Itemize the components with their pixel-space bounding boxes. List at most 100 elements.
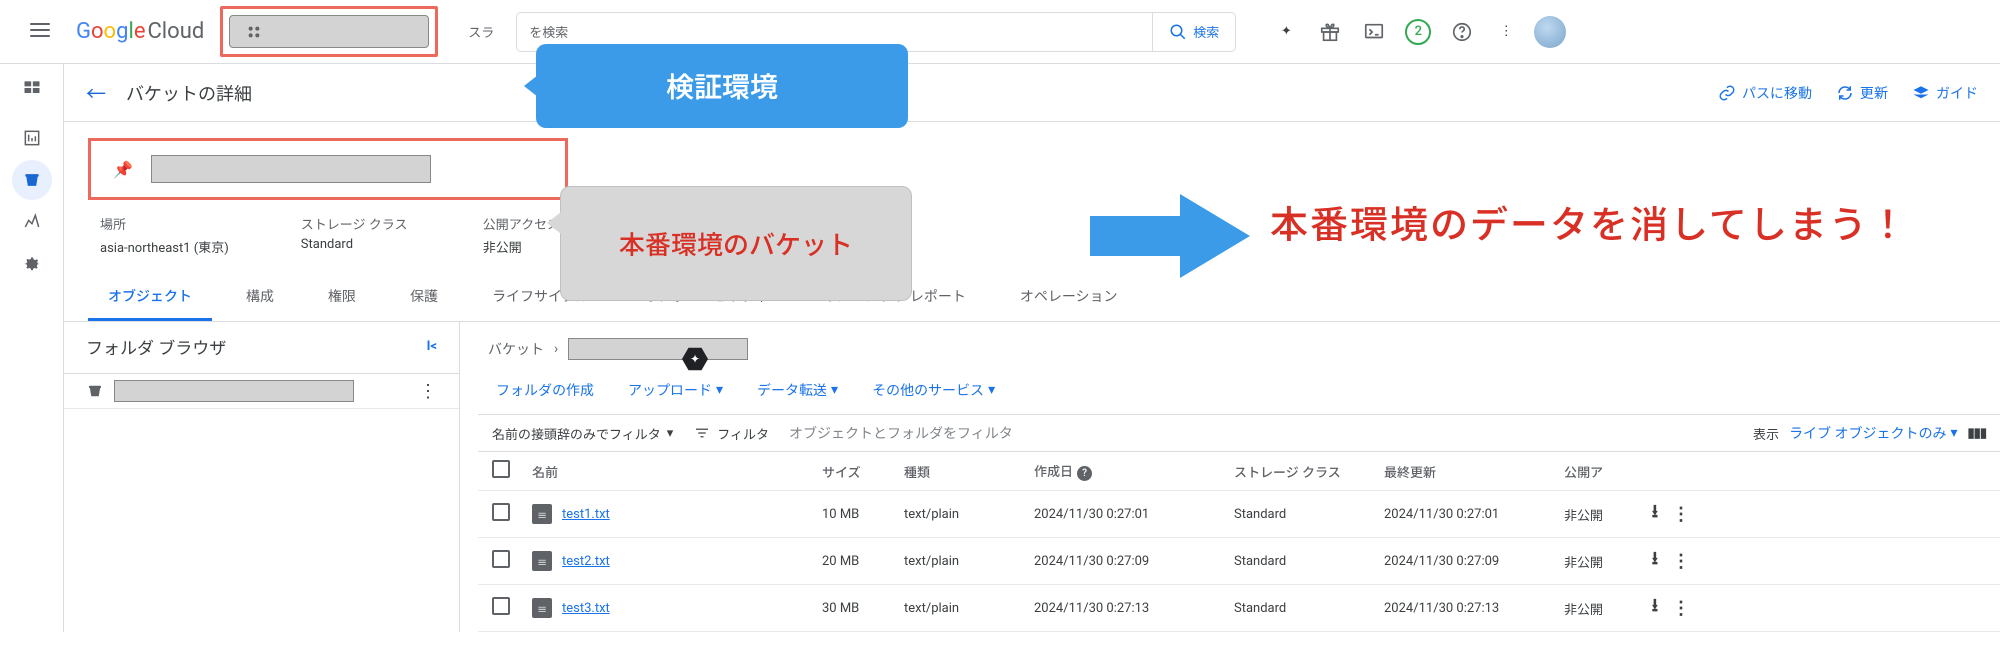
col-header-access[interactable]: 公開ア (1564, 462, 1620, 481)
download-icon[interactable]: ⭳ (1652, 546, 1658, 576)
gift-icon[interactable] (1310, 12, 1350, 52)
breadcrumb-redacted (568, 338, 748, 360)
col-header-type[interactable]: 種類 (904, 462, 1034, 481)
col-header-class[interactable]: ストレージ クラス (1234, 462, 1384, 481)
filter-button[interactable]: フィルタ (693, 424, 769, 443)
object-name-link[interactable]: test1.txt (562, 507, 610, 522)
col-header-updated[interactable]: 最終更新 (1384, 462, 1564, 481)
folder-name-redacted (114, 380, 354, 402)
object-name-link[interactable]: test2.txt (562, 554, 610, 569)
row-more-icon[interactable]: ⋮ (1672, 551, 1690, 572)
row-checkbox[interactable] (492, 503, 510, 521)
callout-bucket: 本番環境のバケット (560, 186, 912, 301)
row-checkbox[interactable] (492, 550, 510, 568)
info-icon[interactable]: ? (1077, 466, 1092, 481)
pin-icon[interactable]: 📌 (113, 160, 133, 179)
top-header: Google Cloud スラ を検索 検索 ✦ 2 ⋮ (0, 0, 2000, 64)
dropdown-caret-icon: ▾ (1951, 425, 1958, 441)
object-name-link[interactable]: test3.txt (562, 601, 610, 616)
hamburger-icon[interactable] (20, 10, 60, 54)
cell-created: 2024/11/30 0:27:01 (1034, 507, 1234, 522)
cell-created: 2024/11/30 0:27:09 (1034, 554, 1234, 569)
content-area: フォルダ ブラウザ I< ⋮ バケット › フォルダの作成 アップロード ▾ (64, 322, 2000, 632)
tab-objects[interactable]: オブジェクト (88, 276, 212, 321)
refresh-button[interactable]: 更新 (1836, 83, 1888, 103)
col-header-size[interactable]: サイズ (822, 462, 904, 481)
breadcrumb-root[interactable]: バケット (488, 339, 544, 359)
cell-access: 非公開 (1564, 505, 1620, 524)
nav-bucket-icon[interactable] (12, 160, 52, 200)
download-icon[interactable]: ⭳ (1652, 593, 1658, 623)
filter-icon (693, 424, 711, 442)
project-selector[interactable] (229, 15, 429, 48)
folder-browser-panel: フォルダ ブラウザ I< ⋮ (64, 322, 460, 632)
col-header-created[interactable]: 作成日? (1034, 461, 1234, 481)
help-icon[interactable] (1442, 12, 1482, 52)
cell-type: text/plain (904, 554, 1034, 569)
object-table: 名前 サイズ 種類 作成日? ストレージ クラス 最終更新 公開ア ≡test1… (478, 452, 2000, 632)
project-selector-highlight (220, 6, 438, 57)
row-checkbox[interactable] (492, 597, 510, 615)
filter-input-placeholder[interactable]: オブジェクトとフォルダをフィルタ (789, 423, 1013, 443)
tab-config[interactable]: 構成 (226, 276, 294, 321)
guide-icon (1912, 84, 1930, 102)
status-pill-prefix: スラ (468, 22, 494, 41)
meta-class-value: Standard (301, 237, 411, 252)
prefix-filter-dropdown[interactable]: 名前の接頭辞のみでフィルタ ▾ (492, 424, 673, 443)
guide-button[interactable]: ガイド (1912, 83, 1978, 103)
logo-cloud-text: Cloud (147, 19, 204, 44)
col-header-name[interactable]: 名前 (532, 462, 822, 481)
nav-overview-icon[interactable] (12, 118, 52, 158)
bucket-name-highlight: 📌 (88, 138, 568, 200)
callout-bucket-text: 本番環境のバケット (619, 231, 853, 261)
upload-button[interactable]: アップロード ▾ (628, 380, 723, 400)
navigate-path-button[interactable]: パスに移動 (1718, 83, 1812, 103)
cell-type: text/plain (904, 601, 1034, 616)
chevron-right-icon: › (554, 341, 558, 357)
tab-protection[interactable]: 保護 (390, 276, 458, 321)
nav-settings-icon[interactable] (12, 244, 52, 284)
folder-more-icon[interactable]: ⋮ (419, 381, 437, 402)
search-button[interactable]: 検索 (1152, 13, 1235, 51)
back-arrow-icon[interactable]: ← (86, 78, 106, 107)
cloud-shell-icon[interactable] (1354, 12, 1394, 52)
logo[interactable]: Google Cloud (76, 19, 204, 44)
left-nav (0, 64, 64, 632)
more-vert-icon[interactable]: ⋮ (1486, 12, 1526, 52)
cell-class: Standard (1234, 601, 1384, 616)
data-transfer-button[interactable]: データ転送 ▾ (757, 380, 838, 400)
meta-location-value: asia-northeast1 (東京) (100, 237, 229, 256)
filter-bar: 名前の接頭辞のみでフィルタ ▾ フィルタ オブジェクトとフォルダをフィルタ 表示… (478, 414, 2000, 452)
search-button-label: 検索 (1193, 22, 1219, 41)
gemini-icon[interactable]: ✦ (1266, 12, 1306, 52)
folder-item[interactable]: ⋮ (64, 374, 459, 409)
page-title: バケットの詳細 (126, 80, 252, 106)
collapse-panel-icon[interactable]: I< (427, 339, 437, 354)
column-chooser-icon[interactable]: ▮▮▮ (1968, 426, 1986, 441)
header-icon-group: ✦ 2 ⋮ (1266, 12, 1570, 52)
cell-size: 10 MB (822, 507, 904, 522)
cell-type: text/plain (904, 507, 1034, 522)
dropdown-caret-icon: ▾ (988, 382, 995, 398)
refresh-label: 更新 (1860, 83, 1888, 103)
row-more-icon[interactable]: ⋮ (1672, 504, 1690, 525)
create-folder-button[interactable]: フォルダの作成 (496, 380, 594, 400)
bucket-name-redacted (151, 155, 431, 183)
dropdown-caret-icon: ▾ (716, 382, 723, 398)
other-services-button[interactable]: その他のサービス ▾ (872, 380, 995, 400)
cell-created: 2024/11/30 0:27:13 (1034, 601, 1234, 616)
row-more-icon[interactable]: ⋮ (1672, 598, 1690, 619)
tab-permissions[interactable]: 権限 (308, 276, 376, 321)
display-mode-dropdown[interactable]: ライブ オブジェクトのみ ▾ (1789, 423, 1958, 443)
cell-updated: 2024/11/30 0:27:01 (1384, 507, 1564, 522)
notification-count: 2 (1415, 24, 1422, 39)
account-avatar[interactable] (1530, 12, 1570, 52)
dropdown-caret-icon: ▾ (831, 382, 838, 398)
table-row: ≡test2.txt 20 MB text/plain 2024/11/30 0… (478, 538, 2000, 585)
nav-dashboard-icon[interactable] (12, 68, 52, 108)
select-all-checkbox[interactable] (492, 460, 510, 478)
nav-monitoring-icon[interactable] (12, 202, 52, 242)
notifications-badge[interactable]: 2 (1398, 12, 1438, 52)
table-row: ≡test3.txt 30 MB text/plain 2024/11/30 0… (478, 585, 2000, 632)
download-icon[interactable]: ⭳ (1652, 499, 1658, 529)
